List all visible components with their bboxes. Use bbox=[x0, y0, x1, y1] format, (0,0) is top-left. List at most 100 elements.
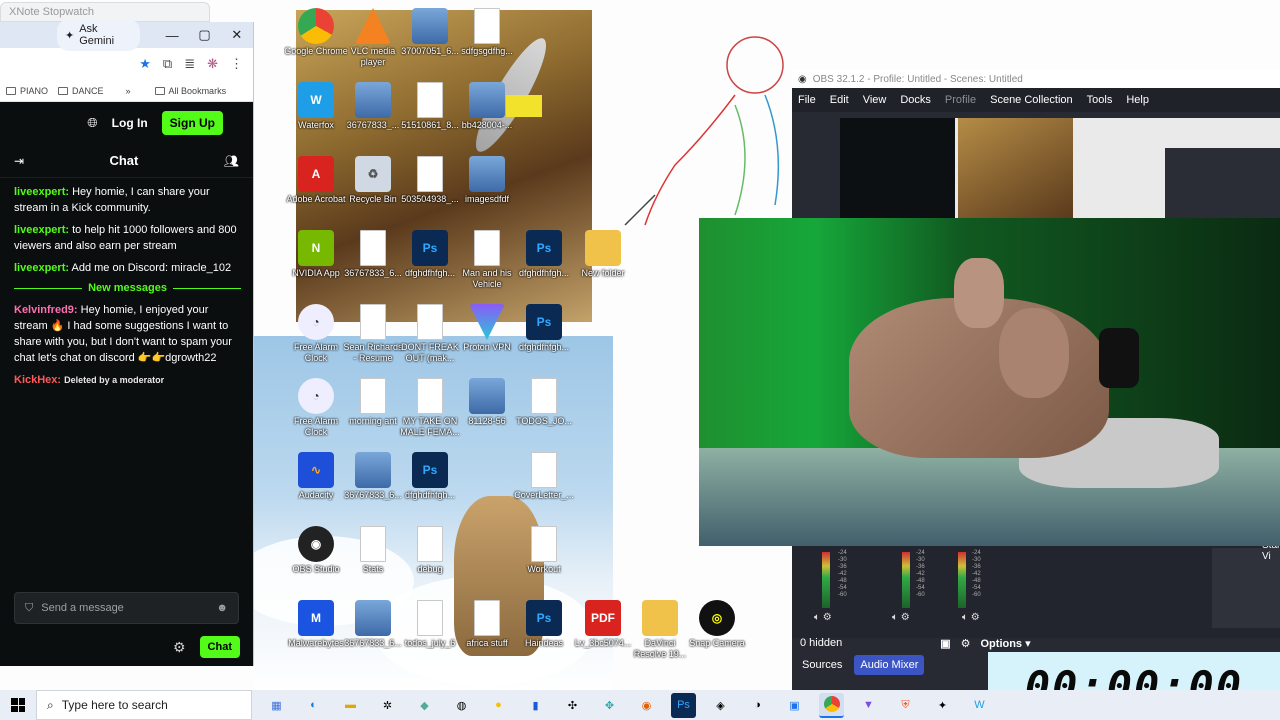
waterfox-icon[interactable]: W bbox=[967, 693, 992, 718]
start-button[interactable] bbox=[0, 698, 36, 712]
language-globe-icon[interactable]: 🌐︎ bbox=[87, 115, 97, 131]
minimize-button[interactable]: — bbox=[156, 28, 188, 43]
desktop-icon-doc[interactable]: Workout bbox=[512, 524, 576, 598]
menu-file[interactable]: File bbox=[798, 94, 816, 106]
chat-message-input[interactable]: ⛉ Send a message ☻ bbox=[14, 592, 239, 624]
speaker-icon[interactable]: 🔈︎ ⚙ bbox=[892, 612, 910, 623]
desktop-icon-snap-camera[interactable]: ◎ Snap Camera bbox=[685, 598, 749, 672]
taskbar-search[interactable]: ⌕ Type here to search bbox=[36, 690, 252, 720]
collapse-chat-icon[interactable]: ⇥ bbox=[14, 154, 24, 168]
options-button[interactable]: Options ▾ bbox=[981, 637, 1031, 650]
bookmark-star-icon[interactable]: ★ bbox=[139, 56, 151, 72]
menu-help[interactable]: Help bbox=[1126, 94, 1149, 106]
app-icon[interactable]: ✣ bbox=[560, 693, 585, 718]
tab-sources[interactable]: Sources bbox=[796, 655, 848, 675]
tips-icon[interactable]: ● bbox=[486, 693, 511, 718]
reading-list-icon[interactable]: ≣ bbox=[184, 56, 195, 72]
desktop-icon-audacity[interactable]: ∿ Audacity bbox=[284, 450, 348, 524]
desktop-icon-acrobat[interactable]: A Adobe Acrobat bbox=[284, 154, 348, 228]
snipping-icon[interactable]: ◑ bbox=[745, 693, 770, 718]
desktop-icon-chrome[interactable]: Google Chrome bbox=[284, 6, 348, 80]
desktop-icon-image[interactable]: 81128-56 bbox=[455, 376, 519, 450]
signup-button[interactable]: Sign Up bbox=[161, 111, 223, 135]
desktop-icon-alarm-clock[interactable]: ◔ Free Alarm Clock bbox=[284, 302, 348, 376]
desktop-icon-doc[interactable]: Sean Richards - Resume bbox=[341, 302, 405, 376]
maximize-button[interactable]: ▢ bbox=[188, 27, 220, 43]
desktop-icon-pdf[interactable]: PDF Lv_3bc5074... bbox=[571, 598, 635, 672]
desktop-icon-doc[interactable]: debug bbox=[398, 524, 462, 598]
menu-docks[interactable]: Docks bbox=[900, 94, 931, 106]
desktop-icon-image[interactable]: 36767833_... bbox=[341, 80, 405, 154]
calculator-icon[interactable]: ▦ bbox=[264, 693, 289, 718]
desktop-icon-image[interactable]: 36767833_6... bbox=[341, 450, 405, 524]
desktop-icon-malwarebytes[interactable]: M Malwarebytes bbox=[284, 598, 348, 672]
chat-users-icon[interactable]: 👥︎ bbox=[224, 154, 239, 168]
chat-username[interactable]: liveexpert: bbox=[14, 224, 69, 236]
chrome-taskbar-icon[interactable] bbox=[819, 692, 844, 718]
desktop-icon-psd[interactable]: Ps dfghdfhfgh... bbox=[398, 450, 462, 524]
desktop-icon-proton-vpn[interactable]: Proton VPN bbox=[455, 302, 519, 376]
docs-icon[interactable]: ▮ bbox=[523, 693, 548, 718]
brave-icon[interactable]: ⛨ bbox=[893, 693, 918, 718]
desktop-icon-davinci[interactable]: DaVinci Resolve 19... bbox=[628, 598, 692, 672]
desktop-icon-waterfox[interactable]: W Waterfox bbox=[284, 80, 348, 154]
bookmark-folder-piano[interactable]: PIANO bbox=[6, 86, 48, 96]
desktop-icon-nvidia[interactable]: N NVIDIA App bbox=[284, 228, 348, 302]
desktop-icon-doc[interactable]: morning ant bbox=[341, 376, 405, 450]
menu-profile[interactable]: Profile bbox=[945, 94, 976, 106]
desktop-icon-image[interactable]: 37007051_6... bbox=[398, 6, 462, 80]
desktop-icon-doc[interactable]: africa stuff bbox=[455, 598, 519, 672]
desktop-icon-doc[interactable]: Man and his Vehicle bbox=[455, 228, 519, 302]
proton-vpn-icon[interactable]: ▼ bbox=[856, 693, 881, 718]
app-icon[interactable]: ◍ bbox=[449, 693, 474, 718]
speaker-icon[interactable]: 🔈︎ ⚙ bbox=[962, 612, 980, 623]
menu-scene-collection[interactable]: Scene Collection bbox=[990, 94, 1073, 106]
edge-icon[interactable]: ◐ bbox=[301, 693, 326, 718]
app-icon[interactable]: ▣ bbox=[782, 693, 807, 718]
desktop-icon-alarm-clock[interactable]: ◔ Free Alarm Clock bbox=[284, 376, 348, 450]
desktop-icon-image[interactable]: 503504938_... bbox=[398, 154, 462, 228]
more-menu-icon[interactable]: ⋮ bbox=[230, 56, 243, 72]
photoshop-icon[interactable]: Ps bbox=[671, 692, 696, 718]
profile-avatar[interactable]: ❋ bbox=[207, 56, 218, 72]
desktop-icon-recycle-bin[interactable]: ♻ Recycle Bin bbox=[341, 154, 405, 228]
desktop-icon-folder[interactable]: New folder bbox=[571, 228, 635, 302]
app-icon[interactable]: ◆ bbox=[412, 693, 437, 718]
emoji-icon[interactable]: ☻ bbox=[216, 602, 228, 614]
desktop-icon-image[interactable]: imagesdfdf bbox=[455, 154, 519, 228]
desktop-icon-image[interactable]: 36767833_6... bbox=[341, 598, 405, 672]
desktop-icon-doc[interactable]: DONT FREAK OUT (mak... bbox=[398, 302, 462, 376]
tab-audio-mixer[interactable]: Audio Mixer bbox=[854, 655, 925, 675]
desktop-icon-obs[interactable]: ◉ OBS Studio bbox=[284, 524, 348, 598]
obs-preview-canvas[interactable] bbox=[840, 118, 1280, 218]
desktop-icon-doc[interactable]: CoverLetter_... bbox=[512, 450, 576, 524]
menu-edit[interactable]: Edit bbox=[830, 94, 849, 106]
desktop-icon-psd[interactable]: Ps dfghdfhfgh... bbox=[512, 302, 576, 376]
ask-gemini-button[interactable]: ✦ Ask Gemini bbox=[57, 19, 141, 51]
chat-username[interactable]: Kelvinfred9: bbox=[14, 304, 78, 316]
layout-icon[interactable]: ▣ bbox=[940, 637, 950, 650]
desktop-icon-doc[interactable]: todos_july_6 bbox=[398, 598, 462, 672]
app-icon[interactable]: ✥ bbox=[597, 693, 622, 718]
chat-username[interactable]: KickHex: bbox=[14, 374, 61, 386]
desktop-icon-doc[interactable]: Stats bbox=[341, 524, 405, 598]
desktop-icon-image[interactable]: bb428004-... bbox=[455, 80, 519, 154]
desktop-icon-image[interactable]: 51510861_8... bbox=[398, 80, 462, 154]
extensions-icon[interactable]: ⧉ bbox=[163, 56, 172, 72]
close-button[interactable]: ✕ bbox=[221, 27, 253, 43]
all-bookmarks-button[interactable]: All Bookmarks bbox=[154, 86, 226, 96]
desktop-icon-psd[interactable]: Ps dfghdfhfgh... bbox=[398, 228, 462, 302]
file-explorer-icon[interactable]: ▬ bbox=[338, 693, 363, 718]
chat-username[interactable]: liveexpert: bbox=[14, 186, 69, 198]
desktop-icon-doc[interactable]: MY TAKE ON MALE FEMA... bbox=[398, 376, 462, 450]
bookmark-folder-dance[interactable]: DANCE bbox=[58, 86, 104, 96]
desktop-icon-vlc[interactable]: VLC media player bbox=[341, 6, 405, 80]
app-icon[interactable]: ✦ bbox=[930, 693, 955, 718]
gear-icon[interactable]: ⚙ bbox=[961, 637, 971, 650]
app-icon[interactable]: ✲ bbox=[375, 693, 400, 718]
chat-username[interactable]: liveexpert: bbox=[14, 262, 69, 274]
desktop-icon-image[interactable]: 36767833_6... bbox=[341, 228, 405, 302]
login-button[interactable]: Log In bbox=[112, 116, 148, 130]
send-chat-button[interactable]: Chat bbox=[199, 636, 240, 658]
desktop-icon-psd[interactable]: Ps Hairideas bbox=[512, 598, 576, 672]
